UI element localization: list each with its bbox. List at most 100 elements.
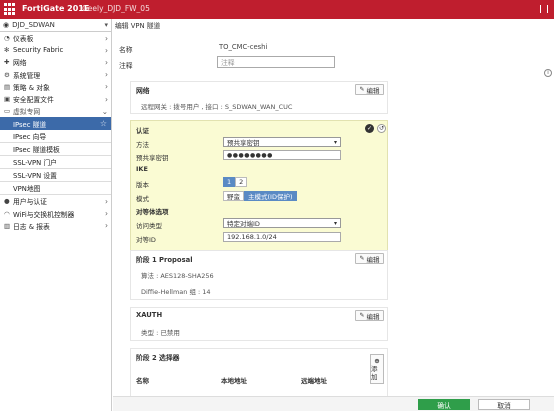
ike-version-1[interactable]: 1	[223, 177, 236, 187]
sidebar-subitem-ipsec-tunnels[interactable]: IPsec 隧道 ☆	[0, 117, 111, 131]
sidebar-item-label: 网络	[13, 59, 27, 68]
sidebar-subitem-ipsec-templates[interactable]: IPsec 隧道模板	[0, 143, 111, 157]
sidebar-item-log-report[interactable]: ▥ 日志 & 报表 ›	[0, 220, 111, 232]
footer-bar: 确认 取消	[113, 396, 554, 411]
chevron-down-icon: ⌄	[101, 106, 108, 116]
chevron-right-icon: ›	[105, 196, 108, 206]
network-panel-title: 网络	[136, 87, 150, 95]
sidebar-item-user-auth[interactable]: ● 用户与认证 ›	[0, 195, 111, 207]
info-icon[interactable]: i	[544, 69, 552, 77]
sidebar-item-vpn[interactable]: ▭ 虚拟专网 ⌄	[0, 105, 111, 117]
cancel-button[interactable]: 取消	[478, 399, 530, 410]
method-select[interactable]: 预共享密钥 ▾	[223, 137, 341, 147]
sidebar-subitem-sslvpn-portals[interactable]: SSL-VPN 门户	[0, 156, 111, 170]
wifi-icon: ◠	[4, 209, 10, 218]
network-edit-button[interactable]: ✎ 编辑	[355, 84, 384, 95]
lock-icon: ▣	[4, 95, 11, 104]
version-label: 版本	[136, 181, 149, 189]
pencil-icon: ✎	[359, 86, 365, 93]
sidebar-subitem-label: VPN地图	[13, 185, 41, 194]
sidebar-item-security-profiles[interactable]: ▣ 安全配置文件 ›	[0, 93, 111, 105]
ike-title: IKE	[136, 165, 148, 173]
auth-title: 认证	[136, 127, 149, 135]
chevron-right-icon: ›	[105, 70, 108, 80]
xauth-title: XAUTH	[136, 311, 163, 319]
col-local-header: 本地地址	[221, 377, 247, 385]
sidebar-subitem-label: IPsec 隧道	[13, 120, 47, 129]
fortinet-logo-icon	[4, 3, 17, 16]
vpn-icon: ▭	[4, 107, 11, 116]
ike-version-toggle: 1 2	[223, 177, 248, 187]
sidebar-item-label: 系统管理	[13, 71, 41, 80]
sidebar-item-label: 策略 & 对象	[13, 83, 50, 92]
confirm-icon[interactable]: ✓	[365, 124, 374, 133]
peer-id-field[interactable]: 192.168.1.0/24	[223, 232, 341, 242]
chevron-right-icon: ›	[105, 94, 108, 104]
chevron-right-icon: ›	[105, 57, 108, 67]
phase1-title: 阶段 1 Proposal	[136, 256, 193, 264]
sidebar-item-dashboard[interactable]: ◔ 仪表板 ›	[0, 32, 111, 44]
right-rail: i	[543, 19, 554, 411]
chevron-right-icon: ›	[105, 221, 108, 231]
revert-icon[interactable]: ↺	[377, 124, 386, 133]
chevron-down-icon: ▾	[333, 219, 337, 227]
user-icon: ●	[4, 197, 10, 206]
phase1-panel: 阶段 1 Proposal ✎ 编辑 算法 : AES128-SHA256 Di…	[130, 250, 388, 300]
peer-id-label: 对等ID	[136, 236, 156, 244]
sidebar: ◉ DJD_SDWAN ▾ ◔ 仪表板 › ✻ Security Fabric …	[0, 19, 112, 411]
mode-main[interactable]: 主模式(ID保护)	[244, 191, 297, 201]
sidebar-item-system[interactable]: ⚙ 系统管理 ›	[0, 69, 111, 81]
access-type-label: 访问类型	[136, 222, 162, 230]
sidebar-item-label: WiFi与交换机控制器	[13, 210, 75, 219]
phase1-algorithm: 算法 : AES128-SHA256	[141, 272, 214, 280]
sidebar-subitem-label: SSL-VPN 设置	[13, 172, 57, 181]
add-label: 添加	[371, 365, 378, 381]
sidebar-subitem-label: SSL-VPN 门户	[13, 159, 57, 168]
vdom-selector[interactable]: ◉ DJD_SDWAN ▾	[0, 19, 111, 32]
xauth-edit-button[interactable]: ✎ 编辑	[355, 310, 384, 321]
sidebar-item-wifi-switch[interactable]: ◠ WiFi与交换机控制器 ›	[0, 208, 111, 220]
menu-toggle-icon[interactable]	[540, 5, 548, 13]
sidebar-subitem-sslvpn-settings[interactable]: SSL-VPN 设置	[0, 169, 111, 183]
log-icon: ▥	[4, 221, 11, 230]
ike-version-2[interactable]: 2	[235, 177, 248, 187]
favorite-star-icon[interactable]: ☆	[100, 119, 107, 128]
pencil-icon: ✎	[359, 312, 365, 319]
access-type-value: 特定对端ID	[227, 220, 260, 228]
dashboard-icon: ◔	[4, 34, 10, 43]
vdom-label: DJD_SDWAN	[12, 21, 55, 29]
psk-field[interactable]: ●●●●●●●●	[223, 150, 341, 160]
security-fabric-icon: ✻	[4, 46, 10, 55]
sidebar-item-policy-objects[interactable]: ▤ 策略 & 对象 ›	[0, 81, 111, 93]
comment-field[interactable]: 注释	[217, 56, 335, 68]
device-model: FortiGate 201E	[22, 4, 90, 13]
globe-icon: ◉	[3, 21, 10, 29]
ok-button[interactable]: 确认	[418, 399, 470, 410]
psk-label: 预共享密钥	[136, 154, 169, 162]
comment-label: 注释	[119, 62, 133, 70]
mode-aggressive[interactable]: 野蛮	[223, 191, 244, 201]
peer-options-title: 对等体选项	[136, 208, 169, 216]
sidebar-subitem-label: IPsec 向导	[13, 133, 47, 142]
page-title: 编辑 VPN 隧道	[115, 22, 161, 30]
col-name-header: 名称	[136, 377, 149, 385]
network-panel: 网络 ✎ 编辑 远程网关 : 拨号用户 , 接口 : S_SDWAN_WAN_C…	[130, 81, 388, 114]
authentication-panel: 认证 ✓ ↺ 方法 预共享密钥 ▾ 预共享密钥 ●●●●●●●● IKE 版本 …	[130, 120, 388, 260]
chevron-right-icon: ›	[105, 45, 108, 55]
policy-icon: ▤	[4, 82, 11, 91]
sidebar-subitem-vpn-map[interactable]: VPN地图	[0, 182, 111, 196]
ike-mode-toggle: 野蛮 主模式(ID保护)	[223, 191, 297, 201]
phase2-add-button[interactable]: ⊕ 添加	[370, 354, 384, 384]
sidebar-subitem-ipsec-wizard[interactable]: IPsec 向导	[0, 130, 111, 144]
network-icon: ✚	[4, 58, 10, 67]
system-icon: ⚙	[4, 70, 10, 79]
chevron-right-icon: ›	[105, 33, 108, 43]
phase1-edit-button[interactable]: ✎ 编辑	[355, 253, 384, 264]
sidebar-item-security-fabric[interactable]: ✻ Security Fabric ›	[0, 44, 111, 56]
pencil-icon: ✎	[359, 255, 365, 262]
sidebar-item-network[interactable]: ✚ 网络 ›	[0, 56, 111, 68]
top-bar: FortiGate 201E Geely_DJD_FW_05	[0, 0, 554, 19]
access-type-select[interactable]: 特定对端ID ▾	[223, 218, 341, 228]
sidebar-item-label: 用户与认证	[13, 198, 47, 207]
sidebar-item-label: 仪表板	[13, 35, 34, 44]
